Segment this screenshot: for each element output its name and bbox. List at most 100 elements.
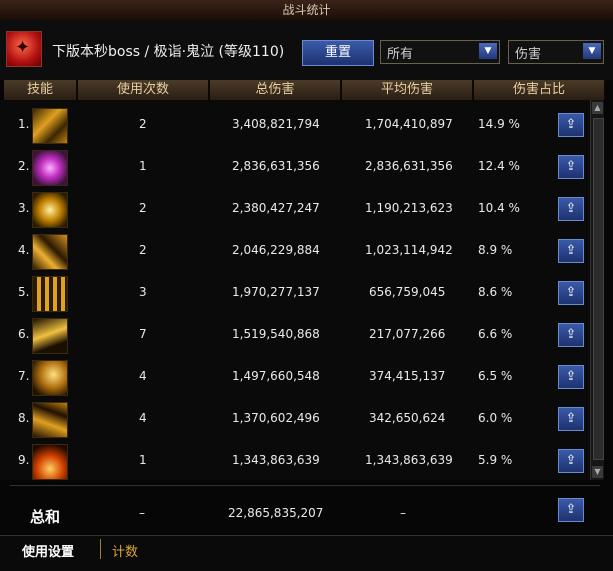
table-row: 9. 1 1,343,863,639 1,343,863,639 5.9 % ⇪	[0, 440, 590, 482]
row-uses: 2	[139, 201, 147, 215]
row-pct: 10.4 %	[478, 201, 520, 215]
row-index: 8.	[18, 411, 30, 425]
window-title: 战斗统计	[282, 3, 331, 17]
row-avg: 217,077,266	[369, 327, 446, 341]
total-row: 总和 – 22,865,835,207 – ⇪	[0, 488, 613, 532]
share-icon[interactable]: ⇪	[558, 239, 584, 263]
col-header-avg[interactable]: 平均伤害	[342, 80, 473, 100]
col-header-skill[interactable]: 技能	[4, 80, 77, 100]
row-avg: 374,415,137	[369, 369, 446, 383]
row-index: 3.	[18, 201, 30, 215]
row-index: 9.	[18, 453, 30, 467]
total-uses: –	[139, 506, 145, 520]
boss-avatar-icon: ✦	[6, 31, 42, 67]
row-total: 2,836,631,356	[232, 159, 320, 173]
skill-icon	[32, 318, 68, 354]
row-avg: 1,023,114,942	[365, 243, 453, 257]
boss-name: 下版本秒boss / 极诣·鬼泣 (等级110)	[52, 44, 285, 60]
row-pct: 14.9 %	[478, 117, 520, 131]
row-index: 7.	[18, 369, 30, 383]
share-icon[interactable]: ⇪	[558, 197, 584, 221]
row-avg: 1,343,863,639	[365, 453, 453, 467]
skill-table: 1. 2 3,408,821,794 1,704,410,897 14.9 % …	[0, 100, 590, 480]
table-row: 8. 4 1,370,602,496 342,650,624 6.0 % ⇪	[0, 398, 590, 440]
tab-divider	[100, 539, 101, 559]
row-total: 3,408,821,794	[232, 117, 320, 131]
skill-icon	[32, 108, 68, 144]
skill-icon	[32, 192, 68, 228]
share-icon[interactable]: ⇪	[558, 498, 584, 522]
skill-icon	[32, 402, 68, 438]
type-select[interactable]: 伤害 ▼	[508, 40, 604, 64]
row-pct: 6.5 %	[478, 369, 513, 383]
footer-tabs: 使用设置 计数	[0, 535, 613, 571]
row-avg: 2,836,631,356	[365, 159, 453, 173]
col-header-total[interactable]: 总伤害	[210, 80, 341, 100]
table-row: 5. 3 1,970,277,137 656,759,045 8.6 % ⇪	[0, 272, 590, 314]
share-icon[interactable]: ⇪	[558, 323, 584, 347]
row-avg: 656,759,045	[369, 285, 446, 299]
table-row: 2. 1 2,836,631,356 2,836,631,356 12.4 % …	[0, 146, 590, 188]
skill-icon	[32, 360, 68, 396]
row-total: 1,497,660,548	[232, 369, 320, 383]
share-icon[interactable]: ⇪	[558, 281, 584, 305]
window-titlebar: 战斗统计	[0, 0, 613, 21]
row-total: 1,370,602,496	[232, 411, 320, 425]
table-scrollbar[interactable]: ▲ ▼	[590, 100, 604, 480]
table-row: 4. 2 2,046,229,884 1,023,114,942 8.9 % ⇪	[0, 230, 590, 272]
share-icon[interactable]: ⇪	[558, 407, 584, 431]
row-uses: 1	[139, 453, 147, 467]
row-uses: 4	[139, 369, 147, 383]
type-select-value: 伤害	[515, 47, 542, 62]
reset-button[interactable]: 重置	[302, 40, 374, 66]
row-total: 1,519,540,868	[232, 327, 320, 341]
col-header-uses[interactable]: 使用次数	[78, 80, 209, 100]
row-index: 5.	[18, 285, 30, 299]
row-pct: 6.0 %	[478, 411, 513, 425]
row-uses: 3	[139, 285, 147, 299]
header: ✦ 下版本秒boss / 极诣·鬼泣 (等级110) 重置 所有 ▼ 伤害 ▼	[0, 20, 613, 80]
tab-settings[interactable]: 使用设置	[22, 541, 74, 560]
table-row: 3. 2 2,380,427,247 1,190,213,623 10.4 % …	[0, 188, 590, 230]
total-avg: –	[400, 506, 406, 520]
scrollbar-thumb[interactable]	[593, 118, 604, 460]
row-uses: 4	[139, 411, 147, 425]
tab-count[interactable]: 计数	[112, 541, 138, 560]
row-uses: 2	[139, 243, 147, 257]
scroll-up-icon[interactable]: ▲	[592, 102, 603, 114]
table-row: 7. 4 1,497,660,548 374,415,137 6.5 % ⇪	[0, 356, 590, 398]
share-icon[interactable]: ⇪	[558, 449, 584, 473]
row-pct: 12.4 %	[478, 159, 520, 173]
row-index: 2.	[18, 159, 30, 173]
row-index: 6.	[18, 327, 30, 341]
row-pct: 6.6 %	[478, 327, 513, 341]
row-total: 1,343,863,639	[232, 453, 320, 467]
filter-select-value: 所有	[387, 47, 414, 62]
row-pct: 5.9 %	[478, 453, 513, 467]
scroll-down-icon[interactable]: ▼	[592, 466, 603, 478]
row-avg: 1,190,213,623	[365, 201, 453, 215]
row-total: 2,380,427,247	[232, 201, 320, 215]
total-label: 总和	[30, 508, 61, 526]
row-uses: 1	[139, 159, 147, 173]
skill-icon	[32, 150, 68, 186]
chevron-down-icon[interactable]: ▼	[583, 43, 601, 59]
filter-select[interactable]: 所有 ▼	[380, 40, 500, 64]
col-header-pct[interactable]: 伤害占比	[474, 80, 605, 100]
skill-icon	[32, 444, 68, 480]
row-avg: 1,704,410,897	[365, 117, 453, 131]
row-index: 1.	[18, 117, 30, 131]
row-pct: 8.6 %	[478, 285, 513, 299]
share-icon[interactable]: ⇪	[558, 365, 584, 389]
table-row: 6. 7 1,519,540,868 217,077,266 6.6 % ⇪	[0, 314, 590, 356]
divider	[10, 485, 600, 486]
row-pct: 8.9 %	[478, 243, 513, 257]
row-total: 1,970,277,137	[232, 285, 320, 299]
row-total: 2,046,229,884	[232, 243, 320, 257]
skill-icon	[32, 234, 68, 270]
share-icon[interactable]: ⇪	[558, 155, 584, 179]
total-damage: 22,865,835,207	[228, 506, 324, 520]
skill-icon	[32, 276, 68, 312]
chevron-down-icon[interactable]: ▼	[479, 43, 497, 59]
share-icon[interactable]: ⇪	[558, 113, 584, 137]
